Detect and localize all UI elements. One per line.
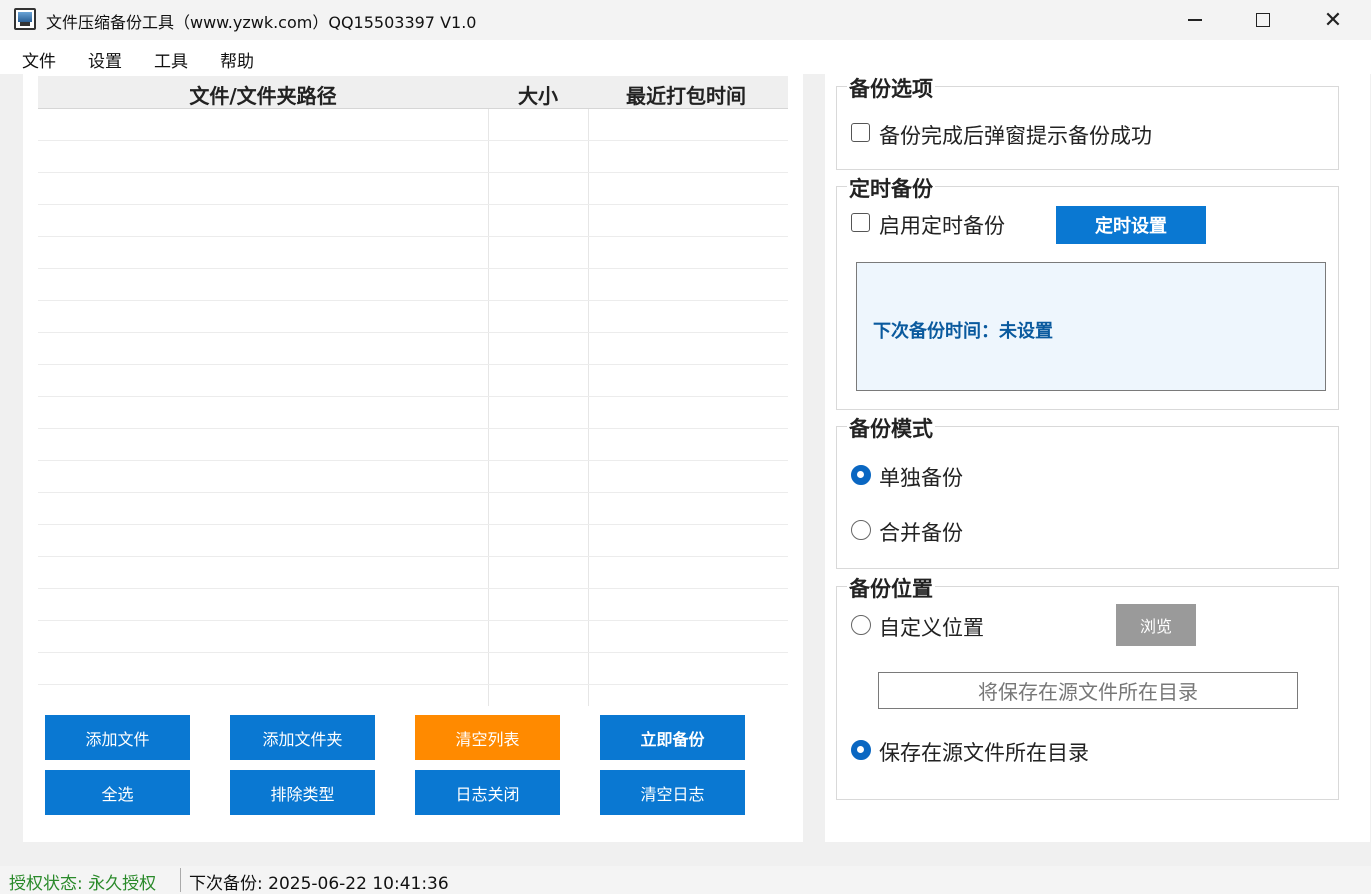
menu-file[interactable]: 文件 xyxy=(22,47,56,72)
table-row xyxy=(38,429,788,461)
table-row xyxy=(38,269,788,301)
table-row xyxy=(38,173,788,205)
status-divider xyxy=(180,868,181,892)
table-row xyxy=(38,557,788,589)
popup-success-label[interactable]: 备份完成后弹窗提示备份成功 xyxy=(879,120,1152,150)
table-row xyxy=(38,333,788,365)
enable-schedule-label[interactable]: 启用定时备份 xyxy=(879,210,1005,240)
table-row xyxy=(38,301,788,333)
table-row xyxy=(38,589,788,621)
backup-location-group: 备份位置 自定义位置 浏览 将保存在源文件所在目录 保存在源文件所在目录 xyxy=(836,573,1339,800)
minimize-icon xyxy=(1188,19,1202,21)
select-all-button[interactable]: 全选 xyxy=(45,770,190,815)
mode-merge-radio[interactable] xyxy=(851,520,871,540)
column-header-path[interactable]: 文件/文件夹路径 xyxy=(38,80,488,109)
exclude-types-button[interactable]: 排除类型 xyxy=(230,770,375,815)
file-table[interactable]: 文件/文件夹路径 大小 最近打包时间 xyxy=(38,76,788,706)
add-folder-button[interactable]: 添加文件夹 xyxy=(230,715,375,760)
table-row xyxy=(38,109,788,141)
scheduled-backup-group: 定时备份 启用定时备份 定时设置 下次备份时间：未设置 xyxy=(836,173,1339,410)
close-button[interactable]: ✕ xyxy=(1310,0,1356,40)
custom-location-label[interactable]: 自定义位置 xyxy=(879,612,984,642)
clear-log-button[interactable]: 清空日志 xyxy=(600,770,745,815)
backup-options-group: 备份选项 备份完成后弹窗提示备份成功 xyxy=(836,73,1339,170)
table-row xyxy=(38,493,788,525)
table-row xyxy=(38,397,788,429)
custom-location-radio[interactable] xyxy=(851,615,871,635)
source-dir-radio[interactable] xyxy=(851,740,871,760)
table-row xyxy=(38,141,788,173)
table-row xyxy=(38,237,788,269)
next-backup-time-text: 下次备份时间：未设置 xyxy=(873,321,1053,342)
source-dir-label[interactable]: 保存在源文件所在目录 xyxy=(879,737,1089,767)
table-row xyxy=(38,205,788,237)
app-icon xyxy=(14,8,36,30)
window-title: 文件压缩备份工具（www.yzwk.com）QQ15503397 V1.0 xyxy=(46,13,477,32)
minimize-button[interactable] xyxy=(1172,0,1218,40)
menu-tools[interactable]: 工具 xyxy=(154,47,188,72)
status-bar: 授权状态: 永久授权 下次备份: 2025-06-22 10:41:36 xyxy=(0,866,1371,894)
table-row xyxy=(38,461,788,493)
schedule-settings-button[interactable]: 定时设置 xyxy=(1056,206,1206,244)
log-close-button[interactable]: 日志关闭 xyxy=(415,770,560,815)
table-header: 文件/文件夹路径 大小 最近打包时间 xyxy=(38,76,788,109)
column-header-size[interactable]: 大小 xyxy=(488,80,588,109)
next-backup-info-box: 下次备份时间：未设置 xyxy=(856,262,1326,391)
maximize-button[interactable] xyxy=(1240,0,1286,40)
backup-options-title: 备份选项 xyxy=(847,73,935,103)
table-row xyxy=(38,621,788,653)
table-row xyxy=(38,653,788,685)
title-bar: 文件压缩备份工具（www.yzwk.com）QQ15503397 V1.0 ✕ xyxy=(0,0,1371,40)
table-row xyxy=(38,365,788,397)
maximize-icon xyxy=(1256,13,1270,27)
location-path-field[interactable]: 将保存在源文件所在目录 xyxy=(878,672,1298,709)
clear-list-button[interactable]: 清空列表 xyxy=(415,715,560,760)
column-header-last-packed[interactable]: 最近打包时间 xyxy=(588,80,784,109)
backup-location-title: 备份位置 xyxy=(847,573,935,603)
next-backup-status: 下次备份: 2025-06-22 10:41:36 xyxy=(189,874,449,894)
add-file-button[interactable]: 添加文件 xyxy=(45,715,190,760)
menu-help[interactable]: 帮助 xyxy=(220,47,254,72)
browse-button[interactable]: 浏览 xyxy=(1116,604,1196,646)
mode-merge-label[interactable]: 合并备份 xyxy=(879,517,963,547)
enable-schedule-checkbox[interactable] xyxy=(851,213,870,232)
popup-success-checkbox[interactable] xyxy=(851,123,870,142)
menu-settings[interactable]: 设置 xyxy=(88,47,122,72)
scheduled-backup-title: 定时备份 xyxy=(847,173,935,203)
file-list-panel: 文件/文件夹路径 大小 最近打包时间 添加文件 添加文件夹 清空列表 立即备份 … xyxy=(23,74,803,842)
close-icon: ✕ xyxy=(1323,7,1343,33)
backup-mode-title: 备份模式 xyxy=(847,413,935,443)
settings-panel: 备份选项 备份完成后弹窗提示备份成功 定时备份 启用定时备份 定时设置 下次备份… xyxy=(825,73,1370,842)
mode-single-label[interactable]: 单独备份 xyxy=(879,462,963,492)
backup-mode-group: 备份模式 单独备份 合并备份 xyxy=(836,413,1339,569)
menu-bar: 文件 设置 工具 帮助 xyxy=(0,40,1371,74)
table-row xyxy=(38,525,788,557)
backup-now-button[interactable]: 立即备份 xyxy=(600,715,745,760)
mode-single-radio[interactable] xyxy=(851,465,871,485)
license-status: 授权状态: 永久授权 xyxy=(9,874,157,894)
